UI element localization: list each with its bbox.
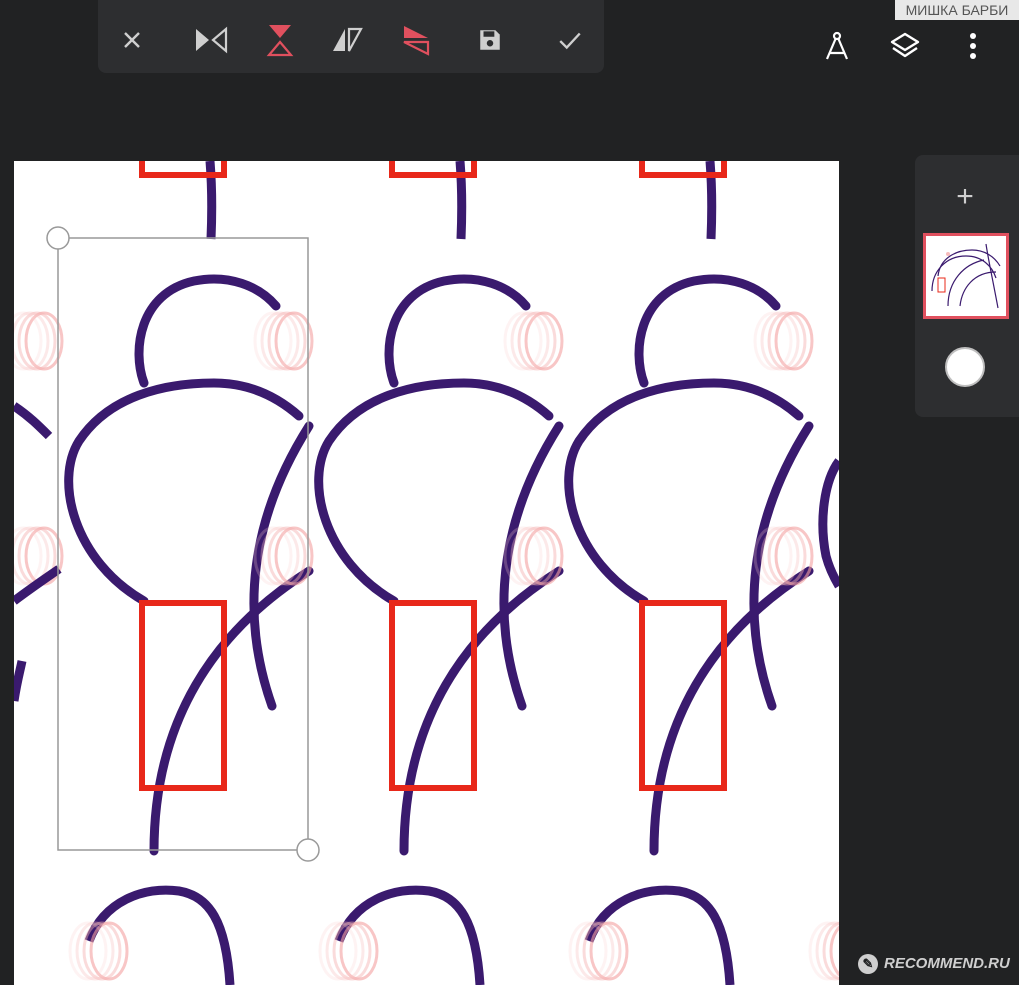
layer-thumbnail[interactable] <box>923 233 1009 319</box>
layers-button[interactable] <box>885 26 925 66</box>
more-vert-icon <box>970 33 976 59</box>
transform-toolbar <box>98 0 604 73</box>
watermark-bottom: ✎ RECOMMEND.RU <box>858 952 1010 976</box>
selection-handle-bottom-right <box>296 838 320 862</box>
mirror-vertical-icon <box>266 25 294 57</box>
skew-horizontal-button[interactable] <box>327 20 367 60</box>
close-icon <box>124 32 140 48</box>
ruler-compass-button[interactable] <box>817 26 857 66</box>
skew-vertical-icon <box>403 26 430 56</box>
mirror-vertical-button[interactable] <box>260 20 300 60</box>
add-layer-icon[interactable]: + <box>945 177 985 217</box>
watermark-bottom-text: RECOMMEND.RU <box>884 955 1010 972</box>
recommend-logo-icon: ✎ <box>858 954 878 974</box>
layer-panel: + <box>915 155 1019 417</box>
selection-handle-top-left <box>46 226 70 250</box>
drawing-canvas[interactable] <box>14 161 839 985</box>
confirm-button[interactable] <box>550 20 590 60</box>
mirror-horizontal-button[interactable] <box>191 20 231 60</box>
mirror-horizontal-icon <box>196 26 228 54</box>
skew-vertical-button[interactable] <box>396 20 436 60</box>
skew-horizontal-icon <box>333 27 363 52</box>
check-icon <box>559 32 581 50</box>
brush-color-swatch[interactable] <box>945 347 985 387</box>
ruler-compass-icon <box>825 31 849 60</box>
close-button[interactable] <box>112 20 152 60</box>
save-button[interactable] <box>470 20 510 60</box>
canvas-artwork <box>14 161 839 985</box>
layer-preview <box>931 243 1001 309</box>
more-options-button[interactable] <box>953 26 993 66</box>
watermark-top: МИШКА БАРБИ <box>895 0 1019 20</box>
layers-icon <box>890 32 920 58</box>
save-icon <box>480 30 500 50</box>
